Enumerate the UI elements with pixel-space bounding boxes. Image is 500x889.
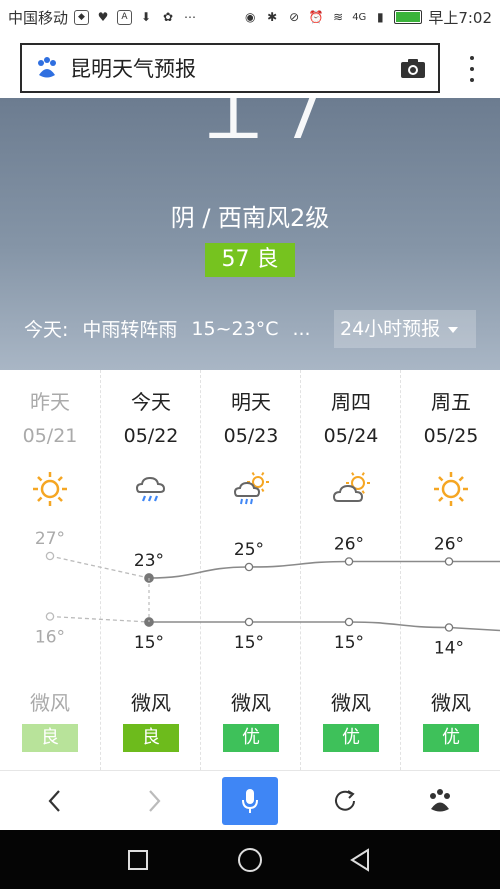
air-quality-badge: 良 xyxy=(123,724,179,752)
hourly-forecast-button[interactable]: 24小时预报 xyxy=(334,310,476,348)
baidu-home-button[interactable] xyxy=(390,771,490,831)
forecast-day[interactable]: 今天 05/22 微风良 xyxy=(100,370,200,770)
air-quality-badge: 优 xyxy=(423,724,479,752)
wind-level: 微风 xyxy=(131,691,171,715)
status-bar: 中国移动 ◆ ♥ A ⬇ ✿ ⋯ ◉ ✱ ⊘ ⏰ ≋ 4G ▮ 早上7:02 xyxy=(0,0,500,34)
forecast-day[interactable]: 周五 05/25 微风优 xyxy=(400,370,500,770)
search-query[interactable]: 昆明天气预报 xyxy=(70,53,400,83)
day-date: 05/24 xyxy=(323,425,379,447)
today-range: 15~23°C xyxy=(191,317,279,340)
home-button[interactable] xyxy=(200,830,300,889)
system-back-button[interactable] xyxy=(310,830,410,889)
health-icon: ♥ xyxy=(97,10,109,24)
day-date: 05/21 xyxy=(22,425,78,447)
browser-toolbar xyxy=(0,770,500,830)
microphone-icon xyxy=(242,789,258,813)
camera-icon[interactable] xyxy=(400,57,426,79)
partly-cloudy-icon xyxy=(332,472,370,502)
forward-button[interactable] xyxy=(104,771,204,831)
paw-icon xyxy=(430,789,450,812)
bluetooth-icon: ✱ xyxy=(267,10,278,24)
recent-apps-button[interactable] xyxy=(88,830,188,889)
wind-level: 微风 xyxy=(331,691,371,715)
carrier-name: 中国移动 xyxy=(8,8,69,27)
home-icon xyxy=(238,847,262,872)
back-icon xyxy=(48,790,60,812)
current-temperature: 17° xyxy=(190,98,408,158)
wind-level: 微风 xyxy=(431,691,471,715)
network-type: 4G xyxy=(352,11,367,23)
back-button[interactable] xyxy=(5,771,105,831)
hourly-forecast-label: 24小时预报 xyxy=(340,318,441,340)
today-label: 今天: xyxy=(24,319,69,341)
refresh-icon xyxy=(335,790,355,811)
nfc-icon: ◉ xyxy=(244,10,256,24)
sun-cloud-rain-icon xyxy=(233,471,269,505)
recent-apps-icon xyxy=(128,849,148,870)
baidu-paw-icon xyxy=(38,57,56,78)
system-back-icon xyxy=(350,847,369,872)
aqi-badge[interactable]: 57 良 xyxy=(205,243,295,277)
download-icon: ⬇ xyxy=(140,10,152,24)
day-name: 周四 xyxy=(331,390,371,414)
alarm-icon: ⏰ xyxy=(308,10,324,24)
forecast-day[interactable]: 周四 05/24 微风优 xyxy=(300,370,400,770)
sun-icon xyxy=(434,472,468,506)
refresh-button[interactable] xyxy=(295,771,395,831)
air-quality-badge: 优 xyxy=(223,724,279,752)
caret-down-icon xyxy=(448,326,459,333)
today-weather: 中雨转阵雨 xyxy=(82,319,178,341)
font-icon: A xyxy=(117,9,133,25)
air-quality-badge: 良 xyxy=(22,724,78,752)
ellipsis: ... xyxy=(292,317,311,340)
wind-level: 微风 xyxy=(231,691,271,715)
day-date: 05/23 xyxy=(223,425,279,447)
day-date: 05/22 xyxy=(123,425,179,447)
signal-icon: ▮ xyxy=(377,10,384,24)
day-name: 今天 xyxy=(131,390,171,414)
rain-cloud-icon xyxy=(135,476,166,502)
day-date: 05/25 xyxy=(423,425,479,447)
search-box[interactable]: 昆明天气预报 xyxy=(20,43,440,93)
forecast-day[interactable]: 昨天 05/21 微风良 xyxy=(0,370,100,770)
wifi-icon: ≋ xyxy=(333,10,344,24)
app-notification-icon: ◆ xyxy=(74,9,90,25)
wind-level: 微风 xyxy=(30,691,70,715)
air-quality-badge: 优 xyxy=(323,724,379,752)
condition-text: 阴 / 西南风2级 xyxy=(170,204,330,232)
search-header: 昆明天气预报 xyxy=(0,34,500,98)
day-name: 周五 xyxy=(431,390,471,414)
voice-search-button[interactable] xyxy=(200,771,300,831)
mute-icon: ⊘ xyxy=(289,10,300,24)
today-summary: 今天: 中雨转阵雨 15~23°C ... xyxy=(24,315,311,342)
clock: 早上7:02 xyxy=(428,8,492,27)
daily-forecast: 昨天 05/21 微风良 今天 05/22 微风良 明天 05/23 微风优 周四 05/24 微风优… xyxy=(0,370,500,770)
day-name: 明天 xyxy=(231,390,271,414)
day-name: 昨天 xyxy=(30,390,70,414)
forecast-day[interactable]: 明天 05/23 微风优 xyxy=(200,370,300,770)
system-navigation-bar xyxy=(0,830,500,889)
sun-icon xyxy=(33,472,67,506)
battery-icon xyxy=(394,10,423,24)
more-menu-icon[interactable] xyxy=(468,56,476,82)
chat-icon: ✿ xyxy=(162,10,174,24)
more-notifications-icon: ⋯ xyxy=(184,10,197,24)
current-weather: 17° 阴 / 西南风2级 57 良 今天: 中雨转阵雨 15~23°C ...… xyxy=(0,98,500,370)
forward-icon xyxy=(149,790,161,812)
